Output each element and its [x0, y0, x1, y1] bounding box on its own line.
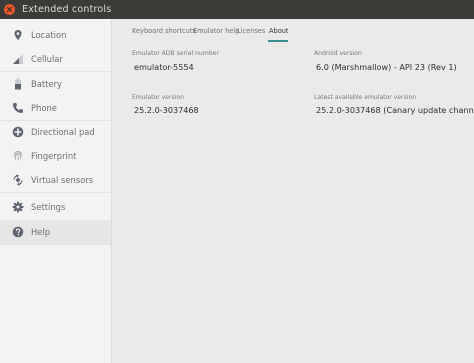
sidebar-item-label: Cellular: [31, 54, 63, 64]
sidebar-item-label: Directional pad: [31, 127, 95, 137]
directional-pad-icon: [12, 126, 24, 138]
help-panel: Keyboard shortcuts Emulator help License…: [113, 19, 474, 363]
sidebar-item-label: Help: [31, 227, 51, 237]
emulator-version-value: 25.2.0-3037468: [134, 105, 199, 115]
sidebar-item-fingerprint[interactable]: Fingerprint: [0, 144, 111, 168]
phone-icon: [12, 102, 24, 114]
sidebar: Location Cellular Battery Phone Directio…: [0, 19, 112, 363]
sidebar-item-label: Settings: [31, 202, 66, 212]
sidebar-item-label: Phone: [31, 103, 57, 113]
serial-number-value: emulator-5554: [134, 62, 194, 72]
sidebar-item-directional-pad[interactable]: Directional pad: [0, 120, 111, 144]
battery-icon: [12, 78, 24, 90]
sidebar-item-cellular[interactable]: Cellular: [0, 47, 111, 71]
sidebar-item-virtual-sensors[interactable]: Virtual sensors: [0, 168, 111, 192]
sidebar-item-settings[interactable]: Settings: [0, 195, 111, 219]
window-title: Extended controls: [22, 4, 112, 15]
virtual-sensors-icon: [12, 174, 24, 186]
gear-icon: [12, 201, 24, 213]
tab-licenses[interactable]: Licenses: [237, 27, 265, 35]
sidebar-item-help[interactable]: Help: [0, 220, 111, 244]
android-version-value: 6.0 (Marshmallow) - API 23 (Rev 1): [316, 62, 457, 72]
close-icon[interactable]: [4, 4, 15, 15]
tab-about[interactable]: About: [269, 27, 289, 35]
sidebar-item-location[interactable]: Location: [0, 23, 111, 47]
sidebar-item-phone[interactable]: Phone: [0, 96, 111, 120]
android-version-label: Android version: [314, 50, 362, 57]
latest-version-value: 25.2.0-3037468 (Canary update channel): [316, 105, 474, 115]
active-tab-indicator: [268, 40, 288, 42]
tab-keyboard-shortcuts[interactable]: Keyboard shortcuts: [132, 27, 196, 35]
latest-version-label: Latest available emulator version: [314, 94, 417, 101]
emulator-version-label: Emulator version: [132, 94, 184, 101]
serial-number-label: Emulator ADB serial number: [132, 50, 219, 57]
location-pin-icon: [12, 29, 24, 41]
sidebar-item-battery[interactable]: Battery: [0, 72, 111, 96]
sidebar-divider: [0, 244, 111, 245]
sidebar-item-label: Location: [31, 30, 67, 40]
sidebar-item-label: Battery: [31, 79, 62, 89]
tab-emulator-help[interactable]: Emulator help: [193, 27, 239, 35]
fingerprint-icon: [12, 150, 24, 162]
title-bar: Extended controls: [0, 0, 474, 19]
tab-bar: Keyboard shortcuts Emulator help License…: [113, 19, 474, 45]
sidebar-item-label: Fingerprint: [31, 151, 77, 161]
sidebar-divider: [0, 192, 111, 193]
help-icon: [12, 226, 24, 238]
sidebar-item-label: Virtual sensors: [31, 175, 94, 185]
cellular-signal-icon: [12, 53, 24, 65]
